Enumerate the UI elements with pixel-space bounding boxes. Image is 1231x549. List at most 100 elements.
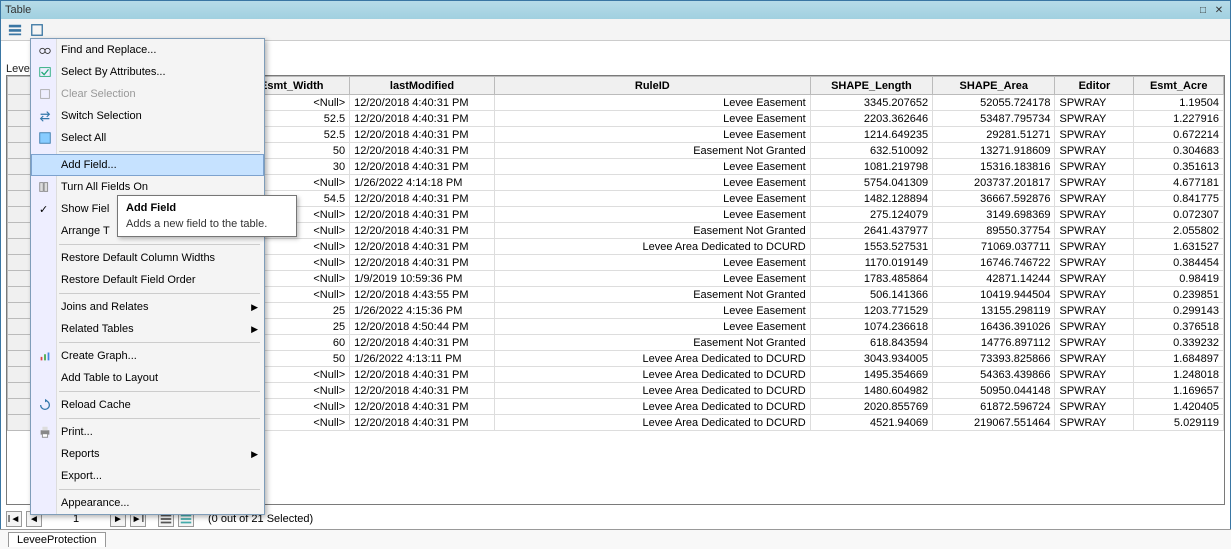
attributes-icon[interactable]	[29, 22, 45, 38]
print-icon	[37, 424, 53, 440]
row-header[interactable]	[8, 287, 32, 303]
row-header[interactable]	[8, 207, 32, 223]
cell-acre: 0.239851	[1134, 287, 1224, 303]
cell-rule: Levee Area Dedicated to DCURD	[494, 351, 810, 367]
menu-item-export[interactable]: Export...	[31, 465, 264, 487]
row-header[interactable]	[8, 191, 32, 207]
cell-editor: SPWRAY	[1055, 351, 1134, 367]
row-header[interactable]	[8, 367, 32, 383]
row-header[interactable]	[8, 239, 32, 255]
menu-item-label: Switch Selection	[61, 110, 142, 122]
menu-item-label: Select All	[61, 132, 106, 144]
cell-len: 1170.019149	[810, 255, 932, 271]
menu-item-print[interactable]: Print...	[31, 421, 264, 443]
menu-item-related-tables[interactable]: Related Tables▶	[31, 318, 264, 340]
cell-len: 1203.771529	[810, 303, 932, 319]
row-header[interactable]	[8, 127, 32, 143]
cell-rule: Levee Area Dedicated to DCURD	[494, 239, 810, 255]
cell-len: 4521.94069	[810, 415, 932, 431]
submenu-arrow-icon: ▶	[251, 324, 258, 335]
menu-item-restore-default-column-widths[interactable]: Restore Default Column Widths	[31, 247, 264, 269]
cell-len: 3043.934005	[810, 351, 932, 367]
cell-acre: 0.376518	[1134, 319, 1224, 335]
row-header[interactable]	[8, 255, 32, 271]
tab-leveeprotection[interactable]: LeveeProtection	[8, 532, 106, 547]
window-title: Table	[5, 4, 1194, 16]
row-header[interactable]	[8, 351, 32, 367]
cell-acre: 2.055802	[1134, 223, 1224, 239]
cell-editor: SPWRAY	[1055, 175, 1134, 191]
row-header[interactable]	[8, 319, 32, 335]
row-header[interactable]	[8, 175, 32, 191]
row-header[interactable]	[8, 143, 32, 159]
first-record-button[interactable]: I◄	[6, 511, 22, 527]
col-header-RuleID[interactable]: RuleID	[494, 77, 810, 95]
row-header[interactable]	[8, 271, 32, 287]
row-header[interactable]	[8, 223, 32, 239]
check-icon: ✓	[39, 203, 48, 216]
cell-rule: Easement Not Granted	[494, 143, 810, 159]
menu-item-label: Select By Attributes...	[61, 66, 166, 78]
menu-item-create-graph[interactable]: Create Graph...	[31, 345, 264, 367]
cell-acre: 1.420405	[1134, 399, 1224, 415]
menu-item-add-table-to-layout[interactable]: Add Table to Layout	[31, 367, 264, 389]
menu-item-reports[interactable]: Reports▶	[31, 443, 264, 465]
menu-item-label: Appearance...	[61, 497, 130, 509]
switch-sel-icon	[37, 108, 53, 124]
close-icon[interactable]: ✕	[1212, 3, 1226, 17]
menu-item-label: Reports	[61, 448, 100, 460]
row-header[interactable]	[8, 335, 32, 351]
menu-item-find-and-replace[interactable]: Find and Replace...	[31, 39, 264, 61]
cell-rule: Levee Area Dedicated to DCURD	[494, 399, 810, 415]
cell-editor: SPWRAY	[1055, 95, 1134, 111]
cell-len: 1783.485864	[810, 271, 932, 287]
row-header[interactable]	[8, 383, 32, 399]
cell-editor: SPWRAY	[1055, 159, 1134, 175]
fields-on-icon	[37, 179, 53, 195]
menu-item-restore-default-field-order[interactable]: Restore Default Field Order	[31, 269, 264, 291]
cell-area: 42871.14244	[933, 271, 1055, 287]
restore-icon[interactable]: □	[1196, 3, 1210, 17]
clear-sel-icon	[37, 86, 53, 102]
cell-area: 3149.698369	[933, 207, 1055, 223]
cell-editor: SPWRAY	[1055, 303, 1134, 319]
cell-modified: 12/20/2018 4:40:31 PM	[350, 111, 495, 127]
cell-editor: SPWRAY	[1055, 255, 1134, 271]
cell-rule: Levee Easement	[494, 207, 810, 223]
menu-item-select-by-attributes[interactable]: Select By Attributes...	[31, 61, 264, 83]
col-header-SHAPE_Area[interactable]: SHAPE_Area	[933, 77, 1055, 95]
table-options-icon[interactable]	[7, 22, 23, 38]
menu-item-joins-and-relates[interactable]: Joins and Relates▶	[31, 296, 264, 318]
row-header[interactable]	[8, 111, 32, 127]
layer-name-label: Leve	[6, 63, 30, 75]
menu-item-label: Find and Replace...	[61, 44, 156, 56]
cell-area: 29281.51271	[933, 127, 1055, 143]
cell-editor: SPWRAY	[1055, 335, 1134, 351]
cell-editor: SPWRAY	[1055, 207, 1134, 223]
col-header-lastModified[interactable]: lastModified	[350, 77, 495, 95]
menu-item-select-all[interactable]: Select All	[31, 127, 264, 149]
col-header-row[interactable]	[8, 77, 32, 95]
col-header-SHAPE_Length[interactable]: SHAPE_Length	[810, 77, 932, 95]
row-header[interactable]	[8, 303, 32, 319]
cell-modified: 1/9/2019 10:59:36 PM	[350, 271, 495, 287]
col-header-Esmt_Acre[interactable]: Esmt_Acre	[1134, 77, 1224, 95]
cell-rule: Easement Not Granted	[494, 335, 810, 351]
row-header[interactable]	[8, 415, 32, 431]
table-options-menu: Find and Replace... Select By Attributes.…	[30, 38, 265, 515]
menu-item-switch-selection[interactable]: Switch Selection	[31, 105, 264, 127]
cell-modified: 12/20/2018 4:40:31 PM	[350, 191, 495, 207]
cell-acre: 1.631527	[1134, 239, 1224, 255]
menu-item-appearance[interactable]: Appearance...	[31, 492, 264, 514]
row-header[interactable]	[8, 95, 32, 111]
cell-len: 1214.649235	[810, 127, 932, 143]
cell-editor: SPWRAY	[1055, 271, 1134, 287]
cell-area: 53487.795734	[933, 111, 1055, 127]
col-header-Editor[interactable]: Editor	[1055, 77, 1134, 95]
cell-area: 89550.37754	[933, 223, 1055, 239]
row-header[interactable]	[8, 159, 32, 175]
cell-rule: Levee Easement	[494, 191, 810, 207]
row-header[interactable]	[8, 399, 32, 415]
menu-item-reload-cache[interactable]: Reload Cache	[31, 394, 264, 416]
menu-item-add-field[interactable]: Add Field...	[31, 154, 264, 176]
